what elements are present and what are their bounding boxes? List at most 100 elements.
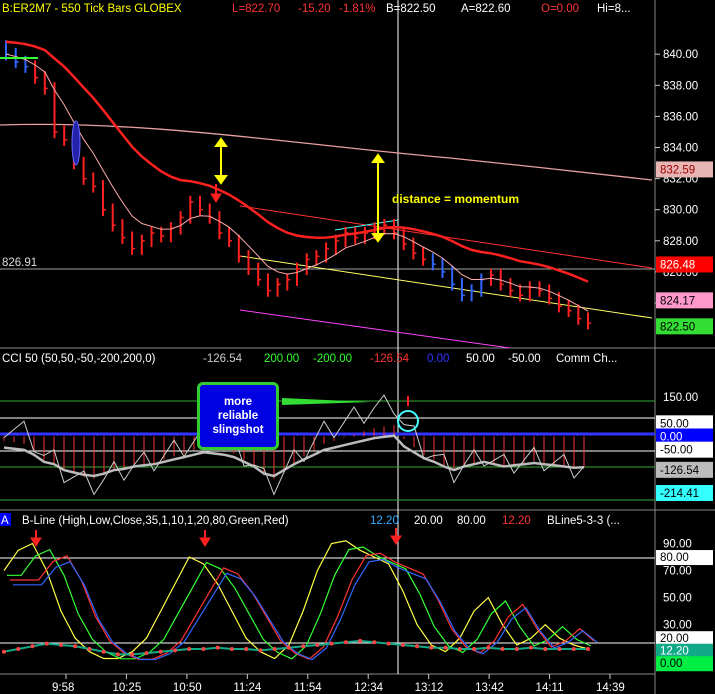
bline-dot: [215, 645, 220, 650]
bline-axis-label: 30.00: [663, 620, 692, 632]
bline-value-4: 12.20: [502, 515, 531, 527]
time-axis-label: 13:12: [415, 682, 444, 694]
time-axis-label: 9:58: [52, 682, 74, 694]
price-axis-label: 830.00: [663, 205, 698, 217]
bline-dot: [229, 647, 234, 652]
header-bid: B=822.50: [386, 3, 436, 15]
price-axis-label: 834.00: [663, 143, 698, 155]
bline-dot: [158, 649, 163, 654]
bline-dot: [315, 642, 320, 647]
price-axis-label: 840.00: [663, 49, 698, 61]
cci-tag-label: -126.54: [660, 465, 700, 477]
cci-axis-label: 150.00: [663, 392, 698, 404]
slingshot-callout: more reliable slingshot: [197, 382, 279, 450]
bline-dot: [201, 647, 206, 652]
callout-line-3: slingshot: [212, 424, 264, 436]
bline-dot: [244, 647, 249, 652]
header-symbol: B:ER2M7 - 550 Tick Bars GLOBEX: [2, 3, 182, 15]
callout-line-2: reliable: [217, 410, 259, 422]
bline-dot: [514, 647, 519, 652]
cci-value-4: -126.54: [370, 353, 410, 365]
bline-levels: [0, 557, 655, 644]
bline-dot: [486, 645, 491, 650]
bline-dot: [144, 651, 149, 656]
bline-dot: [415, 644, 420, 649]
cci-value-6: 50.00: [466, 353, 495, 365]
bline-badge-letter: A: [1, 515, 9, 527]
price-axis-label: 836.00: [663, 111, 698, 123]
bline-value-2: 20.00: [414, 515, 443, 527]
bline-dot: [272, 647, 277, 652]
bline-dot: [457, 647, 462, 652]
header-open: O=0.00: [541, 3, 579, 15]
cci-value-8: Comm Ch...: [556, 353, 617, 365]
momentum-arrow-left: [214, 137, 228, 185]
cci-tag-label: -214.41: [660, 488, 699, 500]
time-axis-label: 11:54: [294, 682, 323, 694]
bline-dot: [500, 647, 505, 652]
header-pct: -1.81%: [339, 3, 375, 15]
bline-dot: [472, 647, 477, 652]
time-axis-label: 13:42: [475, 682, 504, 694]
bline-dot: [386, 641, 391, 646]
bline-dot: [429, 645, 434, 650]
time-axis-label: 11:24: [233, 682, 262, 694]
bline-dot: [16, 647, 21, 652]
cci-value-2: 200.00: [264, 353, 299, 365]
bline-tag-label: 20.00: [660, 633, 689, 645]
bline-dot: [329, 641, 334, 646]
bline-tag-label: 12.20: [660, 646, 689, 658]
bline-axis-label: 70.00: [663, 566, 692, 578]
header-hi: Hi=8...: [597, 3, 631, 15]
callout-pointer: [282, 398, 370, 405]
highlight-ellipse: [71, 120, 81, 166]
price-bars: [5, 40, 591, 330]
bline-value-3: 80.00: [457, 515, 486, 527]
bline-dot: [101, 649, 106, 654]
time-axis-label: 14:11: [536, 682, 564, 694]
bline-dot: [172, 648, 177, 653]
bline-dot: [301, 644, 306, 649]
time-axis-label: 12:34: [354, 682, 383, 694]
bline-dot: [586, 647, 590, 652]
bline-oscillators: [3, 540, 598, 661]
bline-value-5: BLine5-3-3 (...: [547, 515, 620, 527]
header-ask: A=822.60: [461, 3, 511, 15]
cci-title: CCI 50 (50,50,-50,-200,200,0): [2, 353, 156, 365]
bline-axis-label: 90.00: [663, 539, 692, 551]
time-axis: 9:58 10:25 10:50 11:24 11:54 12:34 13:12 13:42 1…: [52, 674, 625, 694]
cci-levels: [0, 400, 655, 501]
cci-value-1: -126.54: [203, 353, 243, 365]
bline-axis-label: 50.00: [663, 593, 692, 605]
cci-tag-label: -50.00: [660, 445, 693, 457]
bline-dot: [358, 638, 363, 643]
price-axis-label: 828.00: [663, 236, 698, 248]
bline-oscillator-line: [13, 558, 598, 661]
callout-line-1: more: [223, 396, 253, 408]
bline-dot: [443, 645, 448, 650]
bline-oscillator-line: [7, 546, 592, 660]
bline-dot: [571, 647, 576, 652]
bline-dot: [44, 641, 49, 646]
bline-tag-label: 0.00: [660, 658, 682, 670]
cci-value-5: 0.00: [427, 353, 449, 365]
price-tag-label: 822.50: [660, 321, 695, 333]
bline-dot: [543, 647, 548, 652]
bline-dot: [87, 647, 92, 652]
cci-value-7: -50.00: [508, 353, 541, 365]
bline-dot: [73, 644, 78, 649]
bline-red-arrows: [30, 528, 402, 547]
bline-dot: [286, 645, 291, 650]
header-last: L=822.70: [232, 3, 280, 15]
momentum-annotation: distance = momentum: [392, 192, 519, 206]
bline-dot: [400, 642, 405, 647]
bline-dot: [557, 647, 562, 652]
price-tag-label: 826.48: [660, 259, 695, 271]
bline-dot: [2, 649, 6, 654]
bline-dot: [58, 642, 63, 647]
cci-value-3: -200.00: [313, 353, 352, 365]
price-axis-label: 838.00: [663, 80, 698, 92]
bline-dot: [187, 647, 192, 652]
bline-dot: [372, 640, 377, 645]
bline-dot: [30, 644, 35, 649]
